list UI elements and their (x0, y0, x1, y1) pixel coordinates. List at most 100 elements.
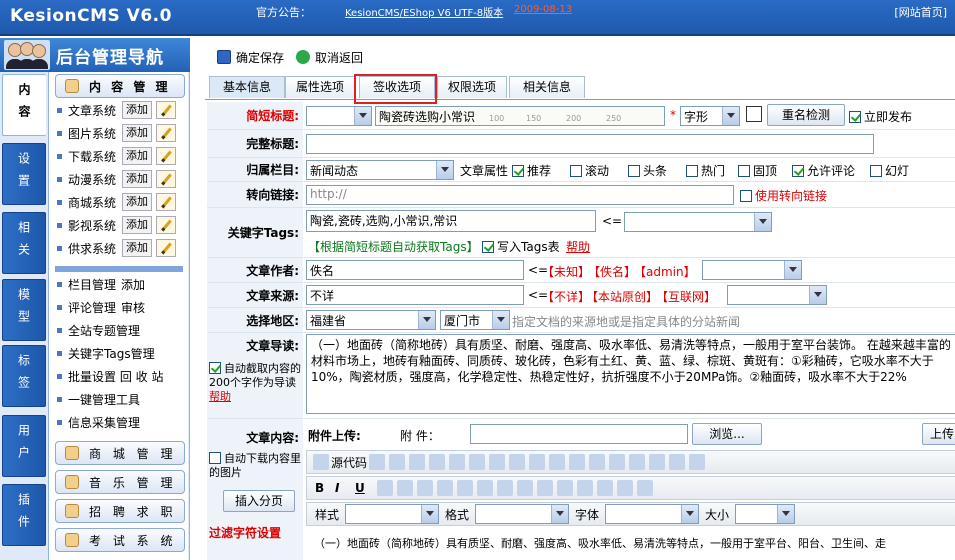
bg-color-icon[interactable] (617, 480, 633, 496)
style-select[interactable] (345, 504, 440, 524)
insert-page-button[interactable]: 插入分页 (223, 490, 295, 512)
intro-textarea[interactable]: （一）地面砖（简称地砖）具有质坚、耐磨、强度高、吸水率低、易清洗等特点，一般用于… (306, 334, 955, 414)
tool-link[interactable]: 全站专题管理 (68, 322, 140, 339)
select-all-icon[interactable] (589, 454, 606, 470)
size-select[interactable] (735, 504, 796, 524)
indent-icon[interactable] (437, 480, 453, 496)
system-link[interactable]: 影视系统 (68, 217, 122, 234)
tags-select[interactable] (624, 212, 772, 232)
table-icon[interactable] (669, 454, 686, 470)
flash-icon[interactable] (649, 454, 666, 470)
tab-basic-info[interactable]: 基本信息 (209, 76, 285, 98)
paste-word-icon[interactable] (489, 454, 506, 470)
vtab-related[interactable]: 相关 (2, 212, 46, 274)
source-select[interactable] (727, 285, 827, 305)
source-code-button[interactable]: 源代码 (331, 454, 367, 471)
cut-icon[interactable] (409, 454, 426, 470)
edit-icon[interactable] (156, 239, 176, 257)
bold-icon[interactable]: B (315, 481, 335, 495)
cancel-button[interactable]: 取消返回 (296, 49, 363, 66)
group-jobs[interactable]: 招 聘 求 职 (55, 499, 185, 523)
author-select[interactable] (702, 260, 802, 280)
copy-icon[interactable] (429, 454, 446, 470)
special-char-icon[interactable] (637, 480, 653, 496)
write-tags-checkbox[interactable]: 写入Tags表 (482, 238, 560, 255)
preview-icon[interactable] (389, 454, 406, 470)
attr-checkbox-comments[interactable]: 允许评论 (792, 162, 855, 179)
font-style-select[interactable]: 字形 (680, 106, 740, 126)
city-select[interactable]: 厦门市 (440, 310, 510, 330)
author-option-unknown[interactable]: 【未知】 (542, 263, 590, 280)
image-icon[interactable] (629, 454, 646, 470)
auto-tags-link[interactable]: 【根据简短标题自动获取Tags】 (308, 238, 479, 255)
system-link[interactable]: 下载系统 (68, 148, 122, 165)
align-left-icon[interactable] (457, 480, 473, 496)
system-link[interactable]: 文章系统 (68, 102, 122, 119)
rule-icon[interactable] (689, 454, 706, 470)
text-color-icon[interactable] (597, 480, 613, 496)
add-button[interactable]: 添加 (122, 239, 152, 257)
source-input[interactable]: 不详 (306, 285, 524, 305)
tool-link[interactable]: 一键管理工具 (68, 391, 140, 408)
italic-icon[interactable]: I (335, 481, 355, 495)
redirect-url-input[interactable]: http:// (306, 185, 734, 205)
browse-button[interactable]: 浏览... (692, 423, 762, 445)
color-picker-icon[interactable] (746, 106, 762, 122)
tool-link[interactable]: 批量设置 回 收 站 (68, 368, 163, 385)
tags-input[interactable]: 陶瓷,瓷砖,选购,小常识,常识 (306, 210, 596, 232)
attr-checkbox-headline[interactable]: 头条 (628, 162, 667, 179)
vtab-content[interactable]: 内容 (2, 74, 46, 136)
edit-icon[interactable] (156, 216, 176, 234)
system-link[interactable]: 动漫系统 (68, 171, 122, 188)
author-option-admin[interactable]: 【admin】 (634, 263, 696, 280)
system-link[interactable]: 图片系统 (68, 125, 122, 142)
tool-link[interactable]: 栏目管理 (68, 276, 116, 293)
add-button[interactable]: 添加 (122, 216, 152, 234)
notice-link[interactable]: KesionCMS/EShop V6 UTF-8版本 (345, 4, 503, 19)
redo-icon[interactable] (529, 454, 546, 470)
auto-download-checkbox[interactable]: 自动下载内容里的图片 (209, 452, 301, 480)
attr-checkbox-recommend[interactable]: 推荐 (512, 162, 551, 179)
group-shop-manage[interactable]: 商 城 管 理 (55, 441, 185, 465)
edit-icon[interactable] (156, 170, 176, 188)
home-link[interactable]: [网站首页] (894, 4, 947, 20)
ordered-list-icon[interactable] (377, 480, 393, 496)
replace-icon[interactable] (569, 454, 586, 470)
tab-related-info[interactable]: 相关信息 (509, 76, 585, 98)
system-link[interactable]: 商城系统 (68, 194, 122, 211)
align-right-icon[interactable] (497, 480, 513, 496)
edit-icon[interactable] (156, 147, 176, 165)
tool-extra-link[interactable]: 添加 (121, 276, 145, 293)
add-button[interactable]: 添加 (122, 124, 152, 142)
source-option-original[interactable]: 【本站原创】 (586, 288, 658, 305)
unordered-list-icon[interactable] (397, 480, 413, 496)
source-option-unknown[interactable]: 【不详】 (542, 288, 590, 305)
vtab-model[interactable]: 模型 (2, 279, 46, 341)
remove-format-icon[interactable] (609, 454, 626, 470)
tags-help-link[interactable]: 帮助 (566, 238, 590, 255)
tool-link[interactable]: 信息采集管理 (68, 414, 140, 431)
check-duplicate-button[interactable]: 重名检测 (767, 104, 845, 126)
tool-link[interactable]: 关键字Tags管理 (68, 345, 155, 362)
new-doc-icon[interactable] (369, 454, 386, 470)
format-select[interactable] (475, 504, 570, 524)
add-button[interactable]: 添加 (122, 193, 152, 211)
attach-file-input[interactable] (470, 424, 688, 444)
collapse-divider[interactable] (55, 266, 183, 272)
tab-permissions[interactable]: 权限选项 (437, 76, 507, 98)
editor-body[interactable]: （一）地面砖（简称地砖）具有质坚、耐磨、强度高、吸水率低、易清洗等特点，一般用于… (314, 535, 886, 551)
tool-link[interactable]: 评论管理 (68, 299, 116, 316)
full-title-input[interactable] (306, 134, 874, 154)
vtab-tags[interactable]: 标签 (2, 345, 46, 407)
vtab-settings[interactable]: 设置 (2, 143, 46, 205)
category-select[interactable]: 新闻动态 (306, 160, 454, 180)
undo-icon[interactable] (509, 454, 526, 470)
add-button[interactable]: 添加 (122, 170, 152, 188)
outdent-icon[interactable] (417, 480, 433, 496)
edit-icon[interactable] (156, 193, 176, 211)
notice-date[interactable]: 2009-08-13 (514, 4, 572, 15)
author-option-anonymous[interactable]: 【佚名】 (588, 263, 636, 280)
tab-attributes[interactable]: 属性选项 (285, 76, 355, 98)
group-music-manage[interactable]: 音 乐 管 理 (55, 470, 185, 494)
publish-now-checkbox[interactable]: 立即发布 (849, 108, 912, 125)
